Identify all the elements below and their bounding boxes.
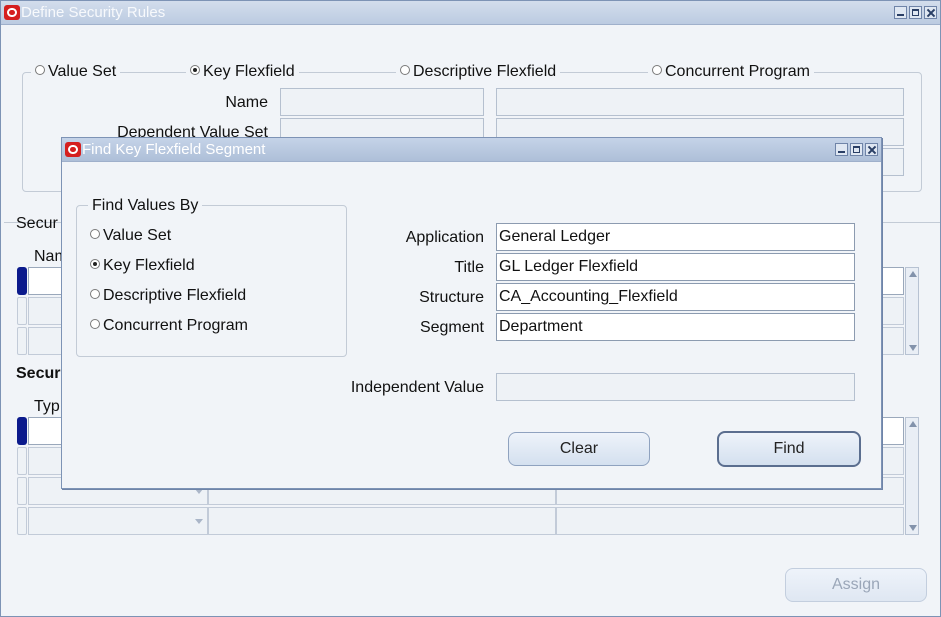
title-field[interactable]: GL Ledger Flexfield: [496, 253, 855, 281]
assign-button[interactable]: Assign: [785, 568, 927, 602]
oracle-app-icon: [4, 5, 20, 20]
radio-button: [90, 318, 100, 329]
oracle-app-icon: [65, 142, 81, 157]
radio-concurrent-program[interactable]: Concurrent Program: [648, 63, 814, 81]
security-rules-heading: Secur: [16, 215, 58, 232]
option-key-flexfield[interactable]: Key Flexfield: [90, 257, 195, 275]
segment-field[interactable]: Department: [496, 313, 855, 341]
main-title-bar[interactable]: Define Security Rules: [1, 1, 940, 25]
dialog-title: Find Key Flexfield Segment: [82, 141, 266, 158]
radio-button-selected: [190, 64, 200, 75]
element-from-cell[interactable]: [208, 507, 556, 535]
radio-button: [90, 288, 100, 299]
security-rule-elements-heading: Secur: [16, 365, 61, 382]
minimize-icon[interactable]: [835, 143, 848, 156]
segment-label: Segment: [419, 319, 484, 336]
record-indicator[interactable]: [17, 477, 27, 505]
current-record-marker[interactable]: [17, 417, 27, 445]
rules-scrollbar[interactable]: [905, 267, 919, 355]
find-values-by-title: Find Values By: [88, 197, 203, 215]
maximize-icon[interactable]: [909, 6, 922, 19]
application-label: Application: [405, 229, 484, 246]
radio-key-flexfield[interactable]: Key Flexfield: [186, 63, 299, 81]
close-icon[interactable]: [865, 143, 878, 156]
record-indicator[interactable]: [17, 297, 27, 325]
chevron-down-icon[interactable]: [195, 489, 203, 494]
close-icon[interactable]: [924, 6, 937, 19]
scroll-up-icon[interactable]: [909, 421, 917, 427]
elements-scrollbar[interactable]: [905, 417, 919, 535]
record-indicator[interactable]: [17, 327, 27, 355]
radio-value-set[interactable]: Value Set: [31, 63, 121, 81]
radio-button: [90, 228, 100, 239]
record-indicator[interactable]: [17, 507, 27, 535]
radio-descriptive-flexfield[interactable]: Descriptive Flexfield: [396, 63, 561, 81]
name-field[interactable]: [280, 88, 484, 116]
scroll-up-icon[interactable]: [909, 271, 917, 277]
structure-label: Structure: [419, 289, 484, 306]
radio-button: [652, 64, 662, 75]
record-indicator[interactable]: [17, 447, 27, 475]
element-type-cell[interactable]: [28, 507, 208, 535]
option-concurrent-program[interactable]: Concurrent Program: [90, 317, 248, 335]
name-label: Name: [225, 94, 268, 111]
dialog-title-bar[interactable]: Find Key Flexfield Segment: [62, 138, 881, 162]
element-to-cell[interactable]: [556, 507, 904, 535]
radio-button-selected: [90, 258, 100, 269]
main-window-title: Define Security Rules: [21, 4, 166, 21]
independent-value-field[interactable]: [496, 373, 855, 401]
chevron-down-icon[interactable]: [195, 519, 203, 524]
structure-field[interactable]: CA_Accounting_Flexfield: [496, 283, 855, 311]
type-column-header: Typ: [34, 398, 60, 415]
option-value-set[interactable]: Value Set: [90, 227, 171, 245]
scroll-down-icon[interactable]: [909, 345, 917, 351]
radio-button: [35, 64, 45, 75]
application-field[interactable]: General Ledger: [496, 223, 855, 251]
maximize-icon[interactable]: [850, 143, 863, 156]
independent-value-label: Independent Value: [350, 379, 484, 396]
radio-button: [400, 64, 410, 75]
find-key-flexfield-segment-dialog: Find Key Flexfield Segment Find Values B…: [61, 137, 882, 489]
title-label: Title: [454, 259, 484, 276]
clear-button[interactable]: Clear: [508, 432, 650, 466]
find-button[interactable]: Find: [717, 431, 861, 467]
scroll-down-icon[interactable]: [909, 525, 917, 531]
option-descriptive-flexfield[interactable]: Descriptive Flexfield: [90, 287, 246, 305]
name-description-field[interactable]: [496, 88, 904, 116]
current-record-marker[interactable]: [17, 267, 27, 295]
minimize-icon[interactable]: [894, 6, 907, 19]
